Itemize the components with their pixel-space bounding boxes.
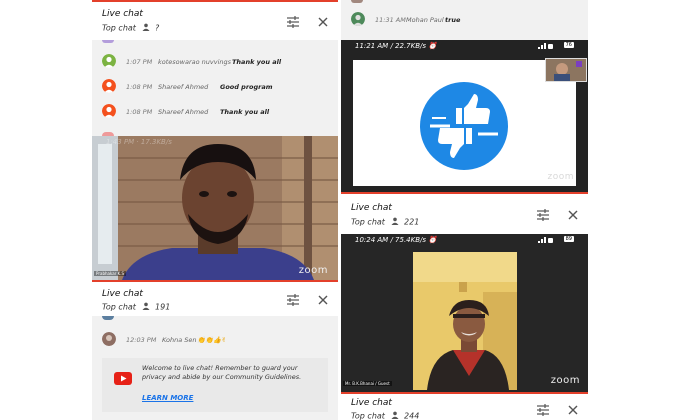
live-chat-title: Live chat xyxy=(102,289,143,299)
shared-screen: zoom xyxy=(353,60,576,186)
participant-name-tag: Mr. B.K.Bhanai / Guest xyxy=(343,381,392,386)
welcome-notice: Welcome to live chat! Remember to guard … xyxy=(102,358,328,412)
learn-more-link[interactable]: LEARN MORE xyxy=(142,394,193,402)
top-chat-dropdown[interactable]: Top chat 221 xyxy=(351,217,419,227)
youtube-icon xyxy=(114,370,132,389)
right-panel: 11:31 AM Mohan Paul true 11:21 AM / 22.7… xyxy=(341,0,588,420)
chat-messages: 11:31 AM Mohan Paul true xyxy=(341,0,588,40)
cut-off-avatar xyxy=(351,0,363,3)
live-chat-title: Live chat xyxy=(102,9,143,19)
top-chat-label: Top chat xyxy=(102,302,136,312)
top-chat-dropdown[interactable]: Top chat ? xyxy=(102,23,159,33)
person-icon xyxy=(391,411,399,420)
avatar xyxy=(102,54,116,68)
chat-message: 1:07 PM kotesowarao nuvvings Thank you a… xyxy=(102,52,332,72)
avatar xyxy=(351,12,365,26)
chat-message: 12:03 PM Kohna Sen 👏👏👍✌ xyxy=(102,330,332,350)
top-chat-label: Top chat xyxy=(102,23,136,33)
tune-icon[interactable] xyxy=(536,402,550,416)
top-chat-dropdown[interactable]: Top chat 191 xyxy=(102,302,170,312)
welcome-text: Welcome to live chat! Remember to guard … xyxy=(142,364,302,381)
video-panel: 10:24 AM / 75.4KB/s ⏰ 89 Mr. B.K.Bhanai … xyxy=(341,234,588,392)
participant-name-tag: Prabhakar K.S xyxy=(94,271,127,276)
tune-icon[interactable] xyxy=(536,207,550,221)
webcam-feed xyxy=(413,252,517,390)
status-time: 10:24 AM / 75.4KB/s ⏰ xyxy=(355,236,437,244)
live-chat-header: Live chat Top chat ? xyxy=(92,2,338,40)
avatar xyxy=(102,104,116,118)
message-text: true xyxy=(445,16,461,24)
message-author[interactable]: Kohna Sen xyxy=(162,336,197,344)
person-icon xyxy=(142,302,150,312)
person-icon xyxy=(142,23,150,33)
left-panel: Live chat Top chat ? 1:07 PM kotesowarao… xyxy=(92,0,338,420)
avatar xyxy=(102,79,116,93)
video-panel: 1:43 PM · 17.3KB/s Prabhakar K.S zoom xyxy=(92,136,338,280)
live-chat-title: Live chat xyxy=(351,398,392,408)
message-time: 1:07 PM xyxy=(126,58,153,66)
chat-message: 1:08 PM Shareef Ahmed Thank you all xyxy=(102,102,332,122)
message-text: Thank you all xyxy=(220,108,270,116)
live-chat-header: Live chat Top chat 221 xyxy=(341,194,588,234)
live-chat-header: Live chat Top chat 191 xyxy=(92,282,338,316)
viewer-count: 221 xyxy=(404,217,420,227)
video-panel: 11:21 AM / 22.7KB/s ⏰ 76 zoom xyxy=(341,40,588,192)
cut-off-avatar xyxy=(102,40,114,43)
status-time: 11:21 AM / 22.7KB/s ⏰ xyxy=(355,42,437,50)
message-author[interactable]: Mohan Paul xyxy=(406,16,444,24)
viewer-count: 191 xyxy=(155,302,171,312)
message-text: 👏👏👍✌ xyxy=(197,336,227,344)
signal-icon xyxy=(538,237,554,245)
close-icon[interactable] xyxy=(566,207,580,221)
viewer-count: 244 xyxy=(404,411,420,420)
top-chat-label: Top chat xyxy=(351,411,385,420)
tune-icon[interactable] xyxy=(286,292,300,306)
tune-icon[interactable] xyxy=(286,14,300,28)
message-text: Thank you all xyxy=(232,58,282,66)
person-icon xyxy=(391,217,399,227)
participant-thumbnail[interactable] xyxy=(545,58,587,82)
cut-off-avatar xyxy=(102,316,114,320)
top-chat-label: Top chat xyxy=(351,217,385,227)
message-time: 1:08 PM xyxy=(126,83,153,91)
chat-messages: 1:07 PM kotesowarao nuvvings Thank you a… xyxy=(92,40,338,136)
top-chat-dropdown[interactable]: Top chat 244 xyxy=(351,411,419,420)
zoom-watermark: zoom xyxy=(550,375,580,386)
zoom-watermark: zoom xyxy=(547,172,574,182)
battery-icon: 89 xyxy=(563,236,574,242)
chat-message: 11:31 AM Mohan Paul true xyxy=(351,10,582,30)
viewer-count: ? xyxy=(155,23,160,33)
zoom-watermark: zoom xyxy=(298,265,328,276)
close-icon[interactable] xyxy=(316,14,330,28)
live-chat-title: Live chat xyxy=(351,203,392,213)
message-author[interactable]: Shareef Ahmed xyxy=(158,83,208,91)
message-time: 11:31 AM xyxy=(375,16,406,24)
webcam-feed xyxy=(92,136,338,280)
message-time: 1:08 PM xyxy=(126,108,153,116)
live-chat-header: Live chat Top chat 244 xyxy=(341,394,588,420)
status-bar: 10:24 AM / 75.4KB/s ⏰ 89 xyxy=(341,234,588,246)
chat-messages: 12:03 PM Kohna Sen 👏👏👍✌ Welcome to live … xyxy=(92,316,338,420)
message-author[interactable]: kotesowarao nuvvings xyxy=(158,58,231,66)
message-time: 12:03 PM xyxy=(126,336,157,344)
thumbs-icon xyxy=(420,82,508,174)
status-time: 1:43 PM · 17.3KB/s xyxy=(106,138,172,146)
status-bar: 1:43 PM · 17.3KB/s xyxy=(92,136,338,148)
avatar xyxy=(102,332,116,346)
chat-message: 1:08 PM Shareef Ahmed Good program xyxy=(102,77,332,97)
status-bar: 11:21 AM / 22.7KB/s ⏰ 76 xyxy=(341,40,588,52)
close-icon[interactable] xyxy=(566,402,580,416)
message-author[interactable]: Shareef Ahmed xyxy=(158,108,208,116)
message-text: Good program xyxy=(220,83,273,91)
battery-icon: 76 xyxy=(563,42,574,48)
close-icon[interactable] xyxy=(316,292,330,306)
signal-icon xyxy=(538,43,554,51)
